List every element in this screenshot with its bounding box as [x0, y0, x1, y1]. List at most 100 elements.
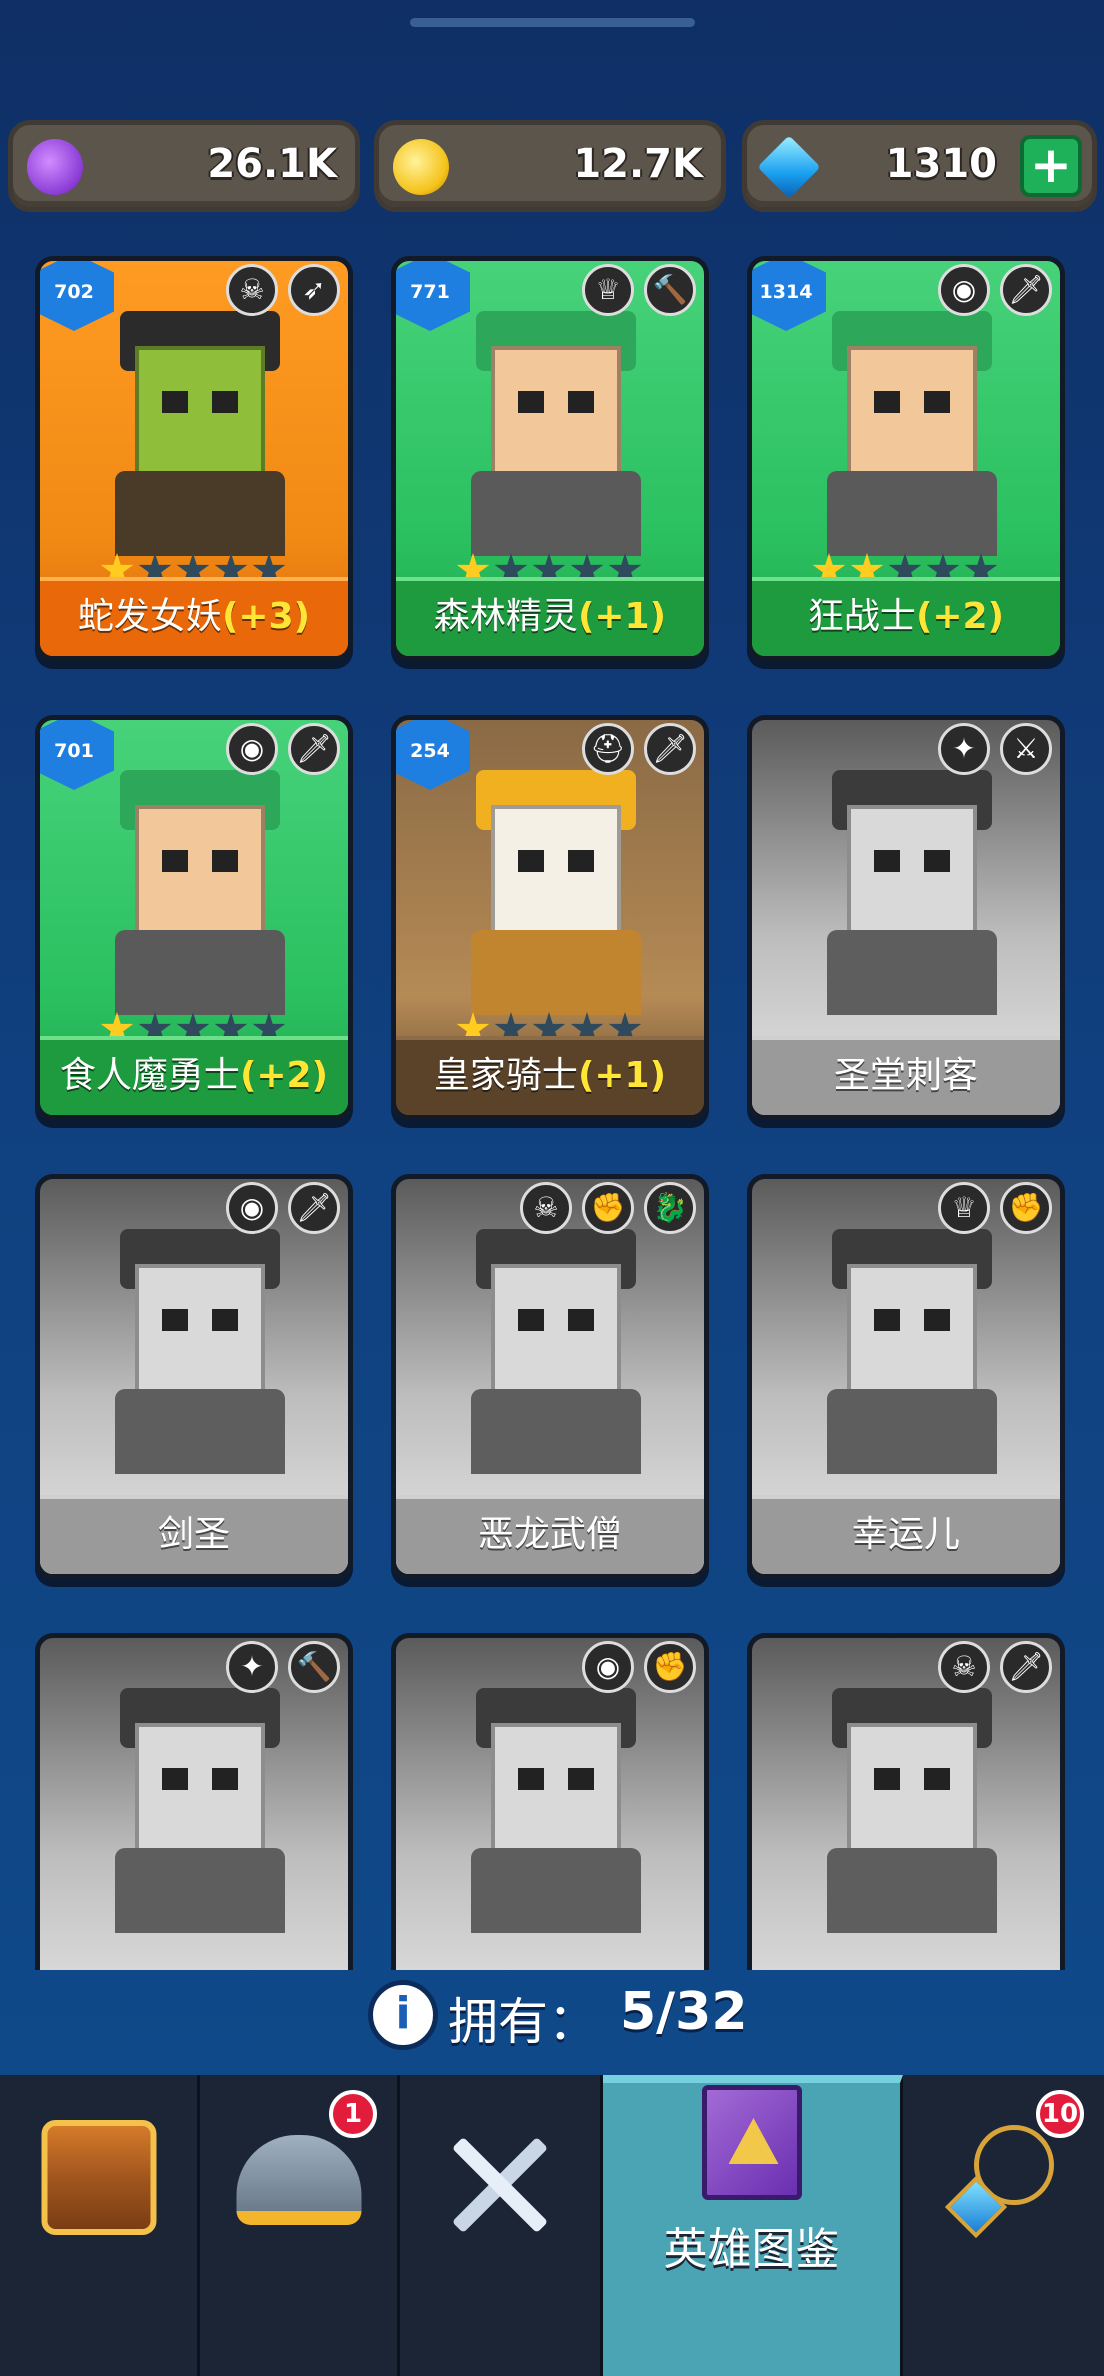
top-drag-handle[interactable] [410, 18, 695, 27]
hero-portrait [792, 1683, 1030, 1933]
hero-card[interactable]: 771 ♕ 🔨 森林精灵(+1) [391, 256, 709, 661]
gold-counter: 12.7K [374, 120, 726, 212]
amulet-badge: 10 [1036, 2090, 1084, 2138]
hero-name: 皇家骑士 [433, 1055, 578, 1096]
hero-nameplate: 森林精灵(+1) [396, 577, 704, 656]
hero-portrait [436, 1683, 674, 1933]
elixir-value: 26.1K [207, 141, 337, 187]
hero-nameplate: 恶龙武僧 [396, 1495, 704, 1574]
hero-trait-icon: ✦ [226, 1641, 278, 1693]
hero-bonus: (+2) [239, 1055, 329, 1096]
hero-nameplate: 狂战士(+2) [752, 577, 1060, 656]
info-icon[interactable]: i [368, 1980, 438, 2050]
tab-heroes[interactable]: 1 [200, 2075, 400, 2376]
hero-nameplate: 圣堂刺客 [752, 1036, 1060, 1115]
hero-trait-icon: ✊ [1000, 1182, 1052, 1234]
gem-value: 1310 [885, 141, 997, 187]
treasure-chest-icon [41, 2120, 156, 2235]
tab-shop[interactable] [0, 2075, 200, 2376]
hero-portrait [792, 306, 1030, 556]
hero-card[interactable]: 701 ◉ 🗡 食人魔勇士(+2) [35, 715, 353, 1120]
hero-name: 恶龙武僧 [477, 1514, 622, 1555]
hero-portrait [80, 1683, 318, 1933]
tab-codex-label: 英雄图鉴 [663, 2224, 840, 2275]
hero-nameplate: 皇家骑士(+1) [396, 1036, 704, 1115]
hero-trait-icon: 🗡 [1000, 1641, 1052, 1693]
hero-bonus: (+1) [577, 1055, 667, 1096]
hero-bonus: (+1) [577, 596, 667, 637]
owned-summary: i 拥有： 5/32 [0, 1970, 1104, 2072]
hero-trait-icon: ✊ [644, 1641, 696, 1693]
hero-portrait [80, 1224, 318, 1474]
gem-counter: 1310 + [742, 120, 1097, 212]
hero-card[interactable]: 1314 ◉ 🗡 狂战士(+2) [747, 256, 1065, 661]
hero-trait-icon: ◉ [582, 1641, 634, 1693]
hero-trait-icon: 🔨 [288, 1641, 340, 1693]
hero-trait-icon: 🔨 [644, 264, 696, 316]
elixir-counter: 26.1K [8, 120, 360, 212]
hero-trait-icon: ◉ [938, 264, 990, 316]
hero-name: 森林精灵 [433, 596, 578, 637]
hero-card[interactable]: ♕ ✊ 幸运儿 [747, 1174, 1065, 1579]
hero-bonus: (+2) [915, 596, 1005, 637]
viking-helmet-icon [236, 2135, 361, 2225]
tab-battle[interactable] [400, 2075, 603, 2376]
tab-amulet[interactable]: 10 [903, 2075, 1104, 2376]
hero-card[interactable]: ✦ 🔨 [35, 1633, 353, 1970]
hero-trait-icon: ♕ [938, 1182, 990, 1234]
hero-nameplate: 剑圣 [40, 1495, 348, 1574]
hero-trait-icon: ✊ [582, 1182, 634, 1234]
hero-trait-icon: ☠ [226, 264, 278, 316]
hero-trait-icon: 🗡 [1000, 264, 1052, 316]
hero-name: 剑圣 [157, 1514, 230, 1555]
hero-nameplate: 食人魔勇士(+2) [40, 1036, 348, 1115]
hero-trait-icon: ✦ [938, 723, 990, 775]
hero-trait-icon: ⛑ [582, 723, 634, 775]
spell-book-icon [701, 2085, 802, 2200]
hero-trait-icon: 🐉 [644, 1182, 696, 1234]
hero-portrait [792, 765, 1030, 1015]
hero-nameplate: 幸运儿 [752, 1495, 1060, 1574]
hero-card[interactable]: ☠ 🗡 [747, 1633, 1065, 1970]
hero-bonus: (+3) [221, 596, 311, 637]
purple-elixir-icon [27, 139, 83, 195]
bottom-tab-bar: 1 英雄图鉴 10 [0, 2075, 1104, 2376]
hero-trait-icon: ☠ [520, 1182, 572, 1234]
blue-gem-icon [757, 135, 821, 199]
hero-card[interactable]: 702 ☠ ➶ 蛇发女妖(+3) [35, 256, 353, 661]
hero-portrait [792, 1224, 1030, 1474]
hero-name: 狂战士 [807, 596, 916, 637]
hero-card[interactable]: ◉ 🗡 剑圣 [35, 1174, 353, 1579]
hero-trait-icon: 🗡 [288, 723, 340, 775]
hero-portrait [80, 306, 318, 556]
hero-trait-icon: 🗡 [288, 1182, 340, 1234]
tab-codex[interactable]: 英雄图鉴 [603, 2075, 903, 2376]
hero-trait-icon: ◉ [226, 723, 278, 775]
hero-trait-icon: ➶ [288, 264, 340, 316]
hero-name: 圣堂刺客 [833, 1055, 978, 1096]
hero-portrait [436, 765, 674, 1015]
hero-trait-icon: ☠ [938, 1641, 990, 1693]
buy-gems-button[interactable]: + [1020, 135, 1082, 197]
hero-card[interactable]: 254 ⛑ 🗡 皇家骑士(+1) [391, 715, 709, 1120]
hero-portrait [80, 765, 318, 1015]
amulet-icon [944, 2125, 1059, 2245]
hero-card[interactable]: ✦ ⚔ 圣堂刺客 [747, 715, 1065, 1120]
hero-trait-icon: ♕ [582, 264, 634, 316]
owned-label: 拥有： [448, 1993, 598, 2051]
hero-trait-icon: ◉ [226, 1182, 278, 1234]
gold-value: 12.7K [573, 141, 703, 187]
gold-coin-icon [393, 139, 449, 195]
hero-trait-icon: 🗡 [644, 723, 696, 775]
hero-name: 食人魔勇士 [59, 1055, 240, 1096]
owned-count: 5/32 [620, 1982, 748, 2042]
hero-nameplate: 蛇发女妖(+3) [40, 577, 348, 656]
hero-card[interactable]: ◉ ✊ [391, 1633, 709, 1970]
hero-portrait [436, 1224, 674, 1474]
hero-name: 蛇发女妖 [77, 596, 222, 637]
hero-card[interactable]: ☠ ✊ 🐉 恶龙武僧 [391, 1174, 709, 1579]
hero-portrait [436, 306, 674, 556]
hero-grid: 702 ☠ ➶ 蛇发女妖(+3) 771 ♕ 🔨 森林精灵(+1) 1314 ◉ 🗡 狂战士(+2) 7… [0, 250, 1104, 1970]
crossed-swords-icon [440, 2125, 560, 2245]
hero-name: 幸运儿 [851, 1514, 960, 1555]
